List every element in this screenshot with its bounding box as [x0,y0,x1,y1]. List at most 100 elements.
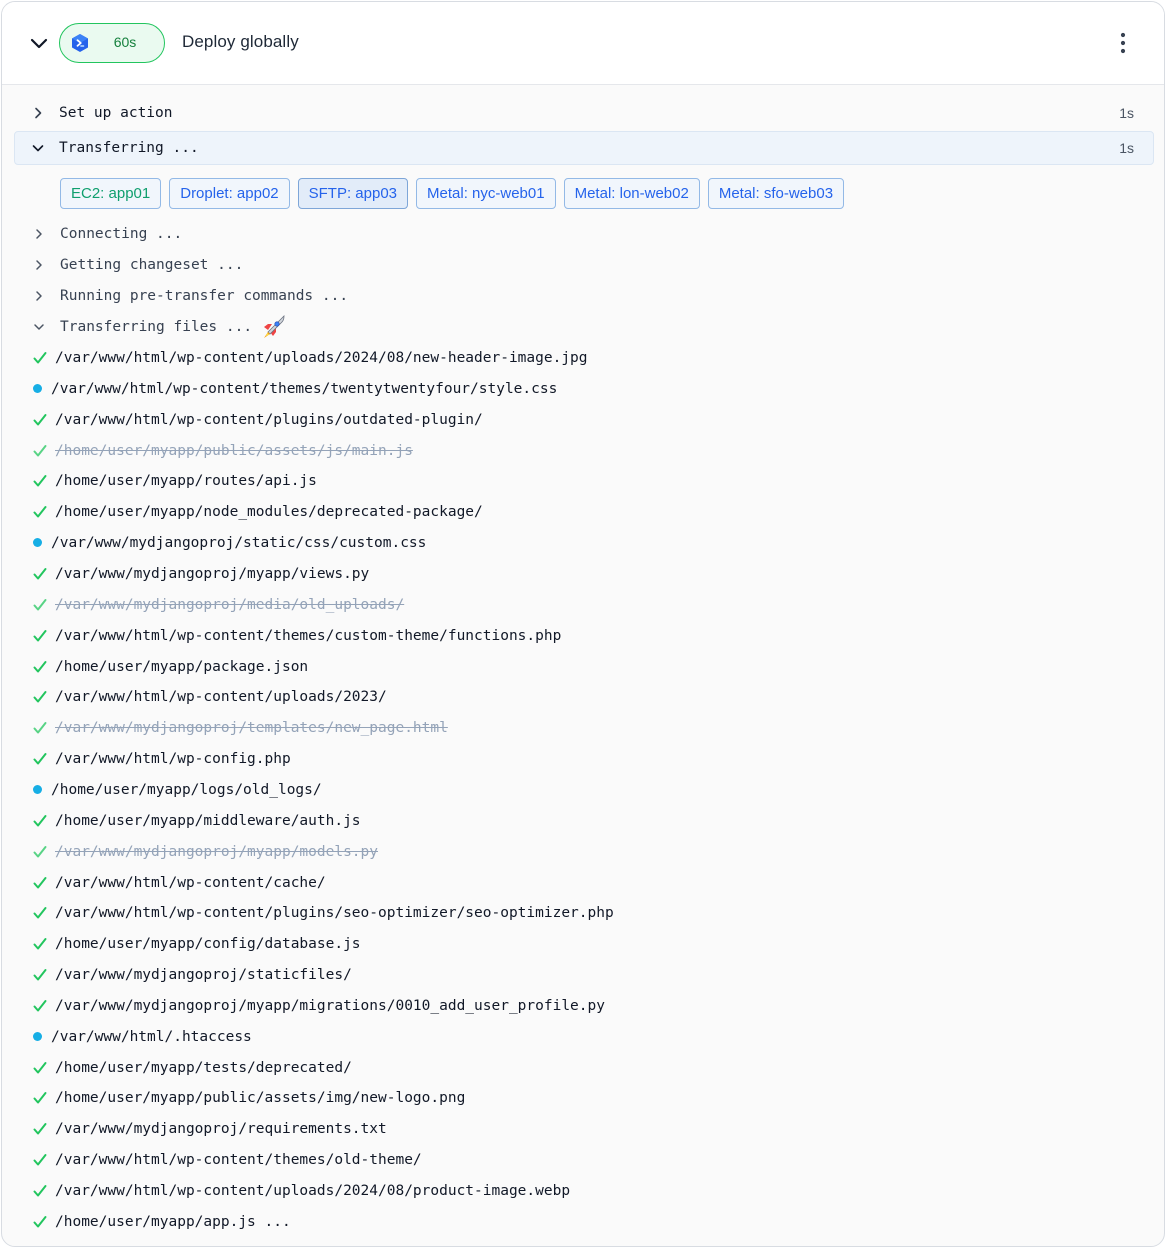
check-icon [33,845,47,858]
file-path: /var/www/html/.htaccess [51,1028,252,1045]
file-row: /var/www/html/wp-content/cache/ [2,869,1102,897]
check-icon [33,413,47,426]
file-path: /var/www/mydjangoproj/myapp/models.py [55,843,379,860]
file-path: /var/www/html/wp-content/uploads/2024/08… [55,1183,571,1199]
file-row: /var/www/mydjangoproj/media/old_uploads/ [2,591,1102,619]
check-icon [33,568,47,580]
check-icon [33,352,47,364]
chevron-down-icon [34,324,44,330]
check-icon [33,969,47,981]
file-path: /home/user/myapp/routes/api.js [55,473,317,490]
hexagon-terminal-icon [72,34,88,52]
log-section-transferring-files[interactable]: Transferring files ... [2,313,1102,341]
file-row: /var/www/html/wp-config.php [2,745,1102,773]
step-duration: 1s [1119,105,1134,121]
log-section-getting-changeset[interactable]: Getting changeset ... [2,251,1102,279]
check-icon [33,1092,47,1104]
file-path: /var/www/html/wp-content/themes/custom-t… [55,627,562,644]
deploy-job-card: 60s Deploy globally Set up action 1s Tra… [1,1,1165,1247]
file-row: /home/user/myapp/node_modules/deprecated… [2,498,1102,526]
file-row: /var/www/mydjangoproj/templates/new_page… [2,714,1102,742]
file-row: /var/www/html/wp-content/uploads/2023/ [2,683,1102,711]
job-title: Deploy globally [182,32,299,51]
server-tab-ec2-app01[interactable]: EC2: app01 [60,178,162,209]
job-header: 60s Deploy globally [2,2,1164,85]
server-tab-metal-lon-web02[interactable]: Metal: lon-web02 [563,178,700,209]
server-tab-droplet-app02[interactable]: Droplet: app02 [169,178,290,209]
pending-dot-icon [33,383,42,393]
file-row: /home/user/myapp/public/assets/js/main.j… [2,437,1102,465]
step-label: Set up action [59,105,173,121]
chevron-right-icon [36,229,42,239]
file-row: /home/user/myapp/config/database.js [2,930,1102,958]
check-icon [33,691,47,703]
file-path: /var/www/html/wp-content/plugins/outdate… [55,411,483,428]
file-path: /var/www/html/wp-content/cache/ [55,874,326,891]
check-icon [33,506,47,518]
kebab-menu-icon[interactable] [1112,30,1134,56]
check-icon [33,876,47,888]
chevron-right-icon [36,291,42,301]
file-path: /home/user/myapp/node_modules/deprecated… [55,504,483,521]
check-icon [33,907,47,919]
log-section-label: Transferring files ... [60,319,253,335]
server-tab-sftp-app03[interactable]: SFTP: app03 [297,178,409,209]
file-row: /home/user/myapp/middleware/auth.js [2,807,1102,835]
file-row: /var/www/mydjangoproj/myapp/models.py [2,838,1102,866]
file-row: /var/www/html/wp-content/themes/old-them… [2,1146,1102,1174]
file-row: /var/www/html/wp-content/plugins/seo-opt… [2,899,1102,927]
file-row: /home/user/myapp/package.json [2,653,1102,681]
log-section-pre-transfer[interactable]: Running pre-transfer commands ... [2,282,1102,310]
file-row: /home/user/myapp/app.js ... [2,1208,1102,1236]
check-icon [33,629,47,642]
file-path: /var/www/mydjangoproj/staticfiles/ [55,967,352,983]
file-path: /home/user/myapp/public/assets/img/new-l… [55,1090,466,1107]
file-path: /var/www/mydjangoproj/myapp/views.py [55,566,370,582]
check-icon [33,1185,47,1197]
step-transferring[interactable]: Transferring ... 1s [14,131,1154,165]
check-icon [33,1154,47,1166]
check-icon [33,722,47,734]
file-path: /home/user/myapp/logs/old_logs/ [51,781,322,798]
file-path: /var/www/mydjangoproj/myapp/migrations/0… [55,997,605,1014]
file-path: /home/user/myapp/middleware/auth.js [55,812,361,829]
file-path: /home/user/myapp/package.json [55,658,309,675]
check-icon [33,660,47,672]
log-section-label: Connecting ... [60,226,183,242]
file-path: /var/www/html/wp-content/plugins/seo-opt… [55,905,614,922]
file-row: /var/www/mydjangoproj/static/css/custom.… [2,529,1102,557]
check-icon [33,999,47,1012]
file-row: /var/www/html/wp-content/themes/custom-t… [2,622,1102,650]
file-row: /var/www/html/.htaccess [2,1023,1102,1051]
file-path: /home/user/myapp/public/assets/js/main.j… [55,442,413,459]
file-row: /home/user/myapp/routes/api.js [2,467,1102,495]
log-section-label: Running pre-transfer commands ... [60,288,349,304]
log-section-label: Getting changeset ... [60,257,244,273]
check-icon [33,753,47,765]
rocket-icon [264,315,285,338]
check-icon [33,444,47,457]
check-icon [33,814,47,827]
log-section-connecting[interactable]: Connecting ... [2,220,1102,248]
chevron-down-icon[interactable] [28,33,50,55]
server-tab-metal-nyc-web01[interactable]: Metal: nyc-web01 [416,178,556,209]
file-row: /var/www/mydjangoproj/requirements.txt [2,1115,1102,1143]
check-icon [33,598,47,611]
file-row: /var/www/mydjangoproj/staticfiles/ [2,961,1102,989]
pending-dot-icon [33,538,42,548]
status-badge: 60s [59,23,165,63]
file-path: /var/www/html/wp-content/themes/old-them… [55,1152,422,1169]
check-icon [33,1061,47,1074]
step-label: Transferring ... [59,140,199,156]
file-path: /home/user/myapp/config/database.js [55,936,361,953]
file-path: /home/user/myapp/app.js ... [55,1213,291,1230]
file-path: /var/www/mydjangoproj/media/old_uploads/ [55,596,405,613]
chevron-right-icon [35,107,42,119]
server-tab-metal-sfo-web03[interactable]: Metal: sfo-web03 [707,178,845,209]
file-path: /var/www/mydjangoproj/templates/new_page… [55,720,448,737]
file-row: /var/www/html/wp-content/plugins/outdate… [2,406,1102,434]
file-path: /var/www/html/wp-content/uploads/2024/08… [55,350,588,366]
step-set-up-action[interactable]: Set up action 1s [14,96,1154,130]
file-row: /var/www/mydjangoproj/myapp/views.py [2,560,1102,588]
file-path: /var/www/html/wp-config.php [55,751,291,767]
